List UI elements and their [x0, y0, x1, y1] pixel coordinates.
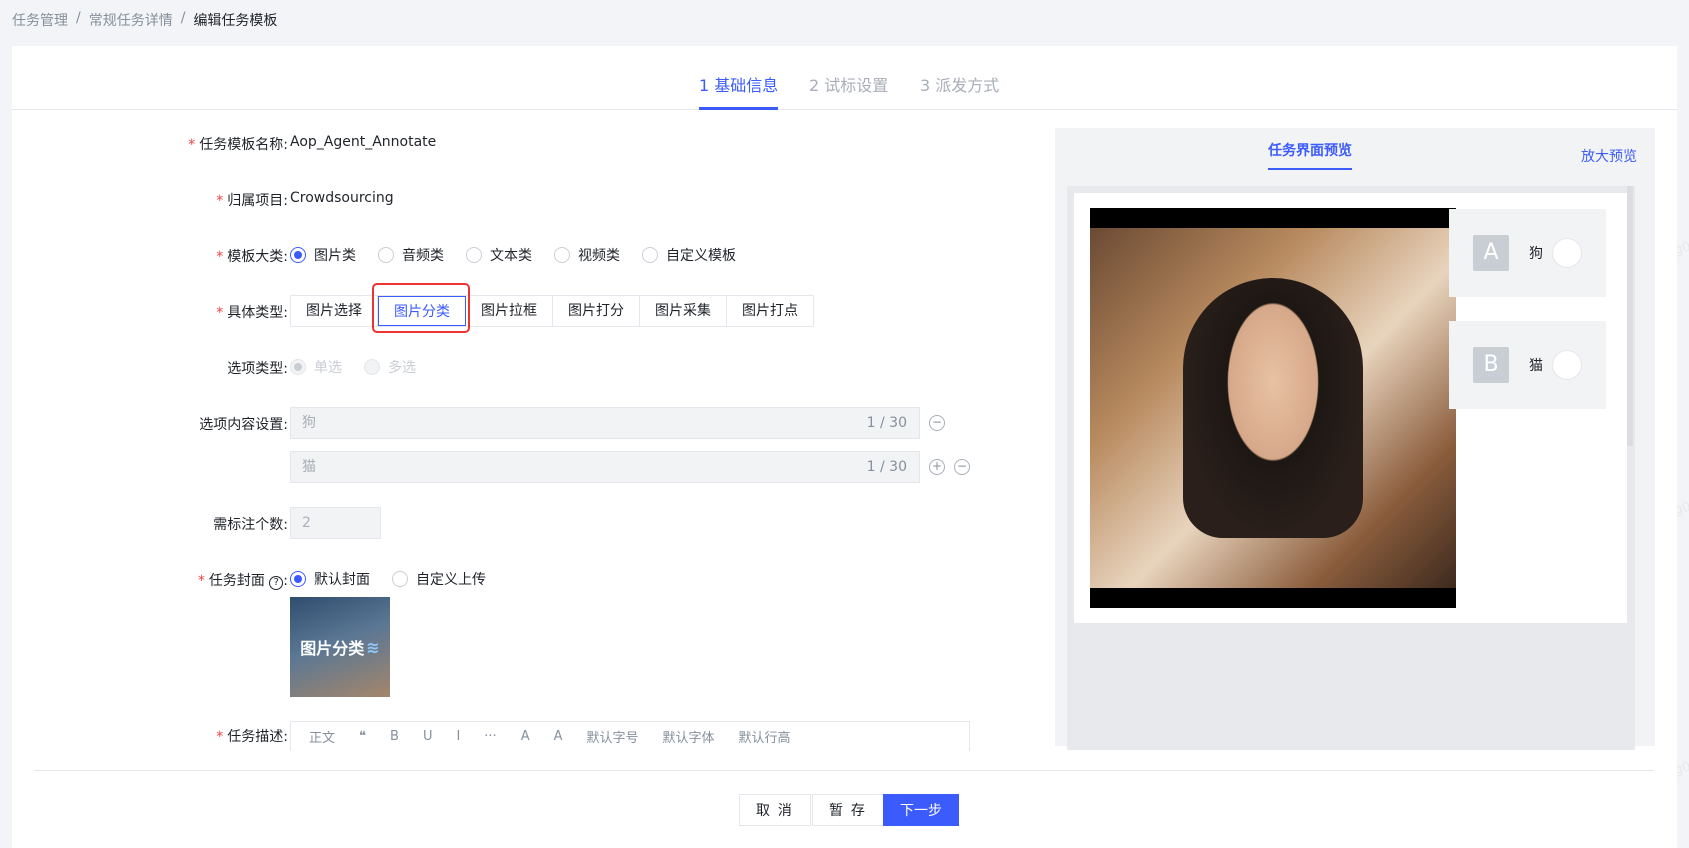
radio-dot	[392, 571, 408, 587]
portrait-shape	[1183, 278, 1363, 538]
preview-option-b[interactable]: B 猫	[1449, 321, 1606, 409]
save-draft-button[interactable]: 暂 存	[812, 794, 884, 826]
remove-option-icon[interactable]: −	[954, 459, 970, 475]
quote-icon[interactable]: ❝	[359, 729, 366, 744]
breadcrumb: 任务管理 / 常规任务详情 / 编辑任务模板	[12, 10, 277, 30]
zoom-preview-link[interactable]: 放大预览	[1581, 146, 1637, 166]
option-label: 猫	[1529, 358, 1543, 374]
annotation-count-label: 需标注个数:	[213, 517, 288, 533]
font-size-dropdown[interactable]: 默认字号	[587, 727, 639, 746]
footer-divider	[34, 770, 1654, 771]
type-segmented-control: 图片选择 图片分类 图片拉框 图片打分 图片采集 图片打点	[290, 295, 814, 327]
category-label: * 模板大类:	[216, 249, 288, 265]
option-radio[interactable]	[1552, 350, 1582, 380]
radio-text[interactable]: 文本类	[466, 245, 532, 265]
radio-image[interactable]: 图片类	[290, 245, 356, 265]
preview-canvas: A 狗 B 猫	[1067, 186, 1635, 750]
preview-image	[1090, 228, 1456, 588]
radio-default-cover[interactable]: 默认封面	[290, 569, 370, 589]
highlight-box	[372, 283, 470, 333]
preview-title[interactable]: 任务界面预览	[1268, 140, 1352, 160]
radio-dot	[378, 247, 394, 263]
type-label: * 具体类型:	[216, 305, 288, 321]
radio-dot	[364, 359, 380, 375]
next-step-button[interactable]: 下一步	[883, 794, 959, 826]
preview-panel: 任务界面预览 放大预览 A 狗 B 猫	[1055, 128, 1655, 750]
type-image-bbox[interactable]: 图片拉框	[466, 296, 553, 326]
radio-dot	[290, 359, 306, 375]
option-content-label: 选项内容设置:	[199, 417, 288, 433]
cover-image: 图片分类 ≋	[290, 597, 390, 697]
type-image-select[interactable]: 图片选择	[291, 296, 378, 326]
type-image-collect[interactable]: 图片采集	[640, 296, 727, 326]
radio-dot	[290, 571, 306, 587]
type-image-point[interactable]: 图片打点	[727, 296, 813, 326]
font-family-dropdown[interactable]: 默认字体	[663, 727, 715, 746]
underline-icon[interactable]: U	[423, 729, 433, 744]
char-count: 1 / 30	[866, 459, 907, 475]
help-icon[interactable]: ?	[269, 576, 284, 590]
radio-dot	[290, 247, 306, 263]
add-option-icon[interactable]: +	[929, 459, 945, 475]
paragraph-style-dropdown[interactable]: 正文	[309, 727, 335, 746]
radio-multi-choice[interactable]: 多选	[364, 357, 416, 377]
char-count: 1 / 30	[866, 415, 907, 431]
font-color-icon[interactable]: A	[521, 729, 530, 744]
more-icon[interactable]: ···	[484, 729, 496, 744]
rich-text-toolbar: 正文 ❝ B U I ··· A A 默认字号 默认字体 默认行高	[290, 721, 970, 751]
radio-video[interactable]: 视频类	[554, 245, 620, 265]
type-image-score[interactable]: 图片打分	[553, 296, 640, 326]
preview-option-a[interactable]: A 狗	[1449, 209, 1606, 297]
project-label: * 归属项目:	[216, 193, 288, 209]
radio-dot	[554, 247, 570, 263]
main-card: 1 基础信息 2 试标设置 3 派发方式 * 任务模板名称: Aop_Agent_…	[12, 46, 1677, 848]
annotation-count-input[interactable]: 2	[290, 507, 381, 539]
step-tabs: 1 基础信息 2 试标设置 3 派发方式	[12, 46, 1677, 110]
breadcrumb-separator: /	[180, 10, 186, 26]
option-input-2[interactable]: 猫 1 / 30	[290, 451, 920, 483]
step-trial-settings[interactable]: 2 试标设置	[809, 72, 888, 96]
option-letter: B	[1473, 347, 1509, 383]
background-color-icon[interactable]: A	[554, 729, 563, 744]
radio-dot	[466, 247, 482, 263]
layers-icon: ≋	[366, 637, 380, 657]
preview-tab-indicator	[1268, 168, 1352, 170]
project-value: Crowdsourcing	[290, 190, 394, 206]
breadcrumb-item-current: 编辑任务模板	[193, 13, 278, 29]
step-active-indicator	[699, 107, 778, 110]
radio-single-choice[interactable]: 单选	[290, 357, 342, 377]
step-basic-info[interactable]: 1 基础信息	[699, 72, 778, 96]
bold-icon[interactable]: B	[390, 729, 399, 744]
option-input-1[interactable]: 狗 1 / 30	[290, 407, 920, 439]
template-name-value: Aop_Agent_Annotate	[290, 134, 437, 150]
breadcrumb-separator: /	[76, 10, 81, 26]
category-radio-group: 图片类 音频类 文本类 视频类 自定义模板	[290, 239, 758, 271]
radio-audio[interactable]: 音频类	[378, 245, 444, 265]
option-label: 狗	[1529, 246, 1543, 262]
cancel-button[interactable]: 取 消	[739, 794, 811, 826]
radio-custom-upload[interactable]: 自定义上传	[392, 569, 486, 589]
radio-dot	[642, 247, 658, 263]
remove-option-icon[interactable]: −	[929, 415, 945, 431]
radio-custom-template[interactable]: 自定义模板	[642, 245, 736, 265]
step-dispatch-method[interactable]: 3 派发方式	[920, 72, 999, 96]
template-name-label: * 任务模板名称:	[188, 137, 288, 153]
option-type-label: 选项类型:	[227, 361, 288, 377]
italic-icon[interactable]: I	[456, 729, 460, 744]
cover-radio-group: 默认封面 自定义上传	[290, 563, 508, 595]
breadcrumb-item-task-detail[interactable]: 常规任务详情	[89, 10, 173, 30]
preview-image-frame	[1090, 208, 1456, 608]
line-height-dropdown[interactable]: 默认行高	[739, 727, 791, 746]
breadcrumb-item-task-management[interactable]: 任务管理	[12, 10, 68, 30]
option-radio[interactable]	[1552, 238, 1582, 268]
preview-scrollbar[interactable]	[1627, 186, 1633, 446]
option-type-radio-group: 单选 多选	[290, 351, 438, 383]
description-label: * 任务描述:	[216, 729, 288, 745]
option-letter: A	[1473, 235, 1509, 271]
cover-label: * 任务封面 ?:	[197, 573, 288, 590]
